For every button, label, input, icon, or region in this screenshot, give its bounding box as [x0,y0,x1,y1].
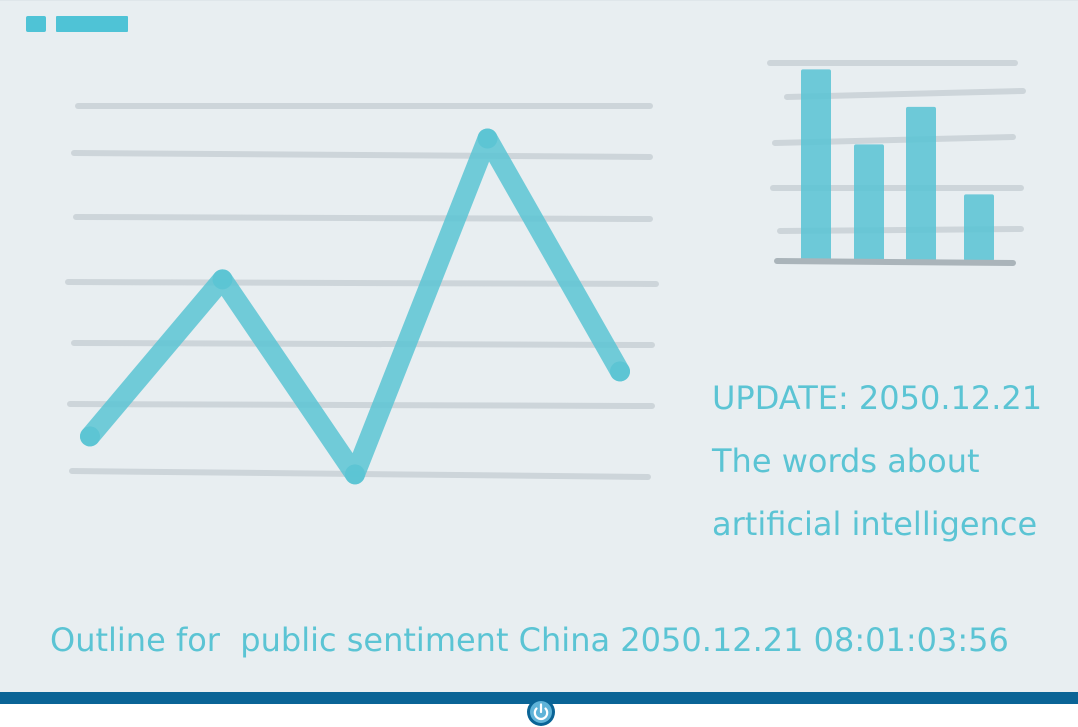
bar-chart [767,60,1026,266]
line-chart-series [80,128,630,485]
monitor-screen: UPDATE: 2050.12.21 The words about artif… [0,0,1078,692]
logo-bar [56,16,128,32]
bar-chart-bar [854,144,884,261]
line-chart-gridline [73,214,653,222]
outline-caption: Outline for public sentiment China 2050.… [50,621,1009,659]
update-info: UPDATE: 2050.12.21 The words about artif… [712,367,1062,556]
line-chart-point [212,269,233,290]
update-date: UPDATE: 2050.12.21 [712,379,1043,417]
line-chart-point [80,426,100,447]
line-chart-gridline [67,401,655,409]
topic-line-1: The words about [712,442,980,480]
power-icon[interactable] [526,697,556,727]
bar-chart-bar [964,194,994,261]
logo-icon [26,16,128,32]
bar-chart-baseline [774,258,1016,266]
logo-square [26,16,46,32]
line-chart-point [477,128,498,149]
line-chart-point [610,361,630,382]
line-chart [65,103,659,485]
line-chart-gridline [71,150,653,160]
bar-chart-bar [801,69,831,261]
bar-chart-bar [906,106,936,261]
topic-line-2: artificial intelligence [712,505,1038,543]
line-chart-point [345,464,365,485]
